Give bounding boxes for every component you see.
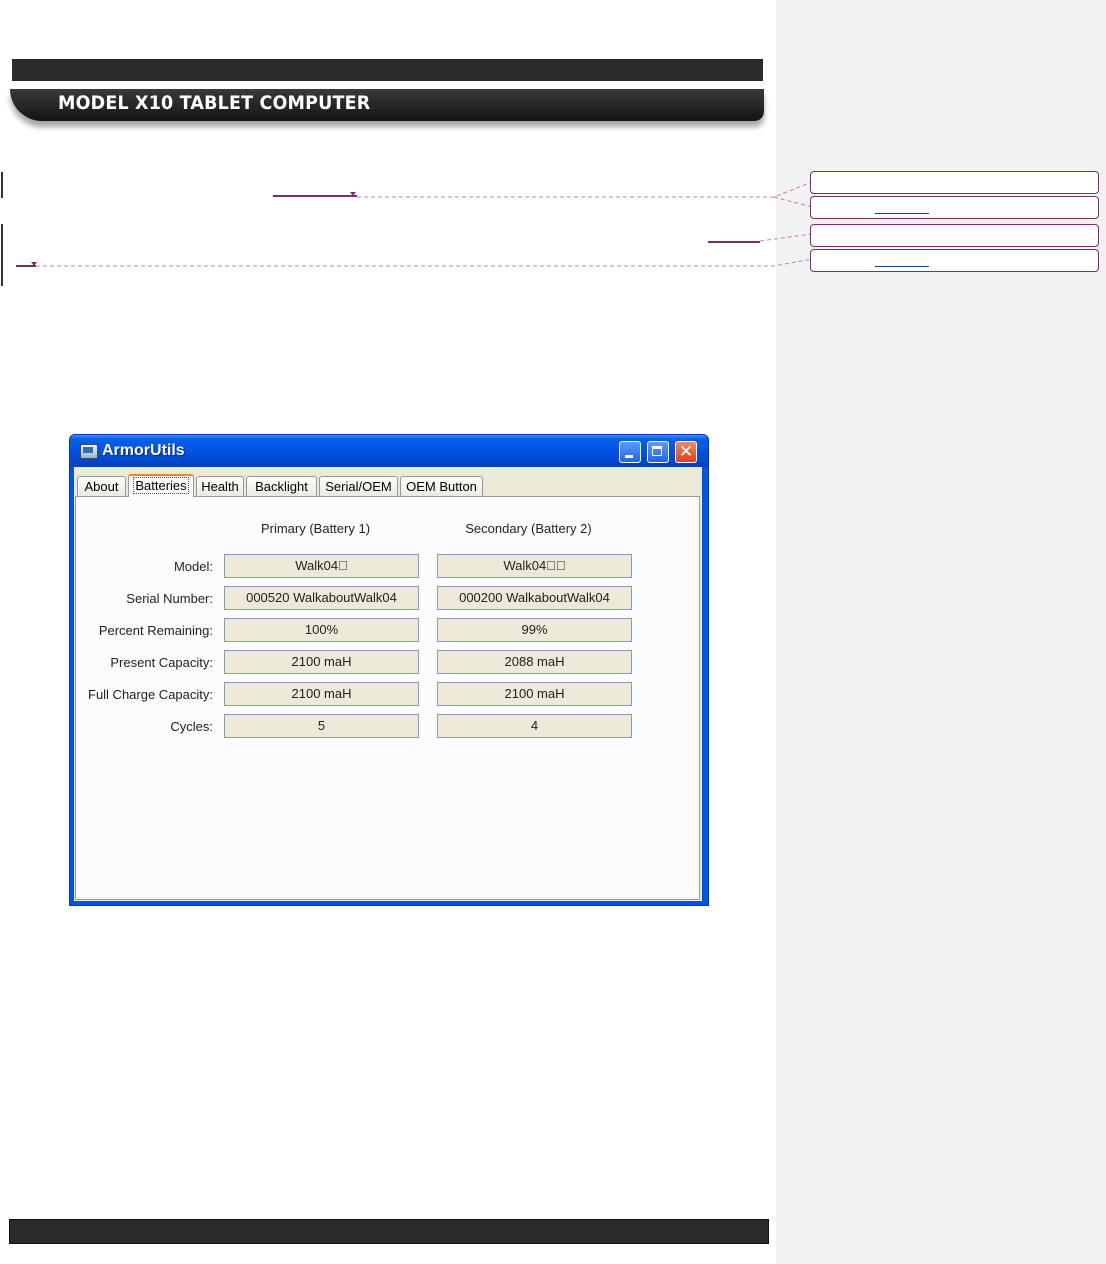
model-label: Model:: [173, 559, 213, 574]
change-bar: [1, 224, 3, 286]
armorutils-window: ArmorUtils ✕ About Batteries Health Back…: [69, 434, 709, 906]
batteries-panel: Primary (Battery 1) Secondary (Battery 2…: [75, 496, 700, 900]
primary-cycles-field[interactable]: 5: [224, 714, 419, 738]
tab-health[interactable]: Health: [196, 476, 244, 496]
primary-present-capacity-field[interactable]: 2100 maH: [224, 650, 419, 674]
revision-anchor-icon: [350, 192, 356, 196]
document-header-title: MODEL X10 TABLET COMPUTER: [58, 92, 371, 114]
tab-batteries[interactable]: Batteries: [128, 474, 194, 497]
full-charge-capacity-label: Full Charge Capacity:: [88, 687, 213, 702]
secondary-percent-field[interactable]: 99%: [437, 618, 632, 642]
maximize-button[interactable]: [647, 441, 669, 463]
percent-remaining-label: Percent Remaining:: [98, 623, 213, 638]
secondary-serial-field[interactable]: 000200 WalkaboutWalk04: [437, 586, 632, 610]
revision-mark[interactable]: [273, 195, 357, 197]
secondary-cycles-field[interactable]: 4: [437, 714, 632, 738]
window-title: ArmorUtils: [102, 442, 185, 459]
header-banner: MODEL X10 TABLET COMPUTER: [10, 89, 764, 121]
revision-anchor-icon: [31, 262, 37, 266]
maximize-icon: [652, 446, 662, 456]
close-button[interactable]: ✕: [675, 441, 697, 463]
primary-serial-field[interactable]: 000520 WalkaboutWalk04: [224, 586, 419, 610]
secondary-model-field[interactable]: Walk04  : [437, 554, 632, 578]
balloon-link[interactable]: [875, 213, 929, 214]
revision-mark[interactable]: [708, 241, 760, 243]
footer-bar: [9, 1219, 769, 1244]
revision-balloon[interactable]: [810, 196, 1099, 219]
primary-full-charge-field[interactable]: 2100 maH: [224, 682, 419, 706]
window-titlebar[interactable]: ArmorUtils ✕: [70, 435, 708, 467]
minimize-button[interactable]: [619, 441, 641, 463]
primary-model-field[interactable]: Walk04 : [224, 554, 419, 578]
tab-about[interactable]: About: [77, 476, 126, 496]
header-top-bar: [12, 59, 763, 81]
cycles-label: Cycles:: [170, 719, 213, 734]
primary-percent-field[interactable]: 100%: [224, 618, 419, 642]
serial-number-label: Serial Number:: [126, 591, 213, 606]
secondary-full-charge-field[interactable]: 2100 maH: [437, 682, 632, 706]
secondary-column-header: Secondary (Battery 2): [465, 521, 592, 536]
tab-oem-button[interactable]: OEM Button: [400, 476, 483, 496]
document-page: MODEL X10 TABLET COMPUTER ArmorUtils ✕ A…: [0, 0, 776, 1264]
balloon-link[interactable]: [875, 266, 929, 267]
revision-balloon[interactable]: [810, 249, 1099, 272]
revision-balloon[interactable]: [810, 171, 1099, 194]
revision-balloon[interactable]: [810, 224, 1099, 247]
window-client-area: About Batteries Health Backlight Serial/…: [74, 467, 702, 901]
app-icon: [80, 444, 98, 459]
primary-column-header: Primary (Battery 1): [260, 521, 371, 536]
tab-backlight[interactable]: Backlight: [246, 476, 317, 496]
minimize-icon: [625, 455, 633, 458]
change-bar: [1, 172, 3, 198]
secondary-present-capacity-field[interactable]: 2088 maH: [437, 650, 632, 674]
close-icon: ✕: [678, 442, 694, 462]
present-capacity-label: Present Capacity:: [110, 655, 213, 670]
tab-serial-oem[interactable]: Serial/OEM: [319, 476, 398, 496]
